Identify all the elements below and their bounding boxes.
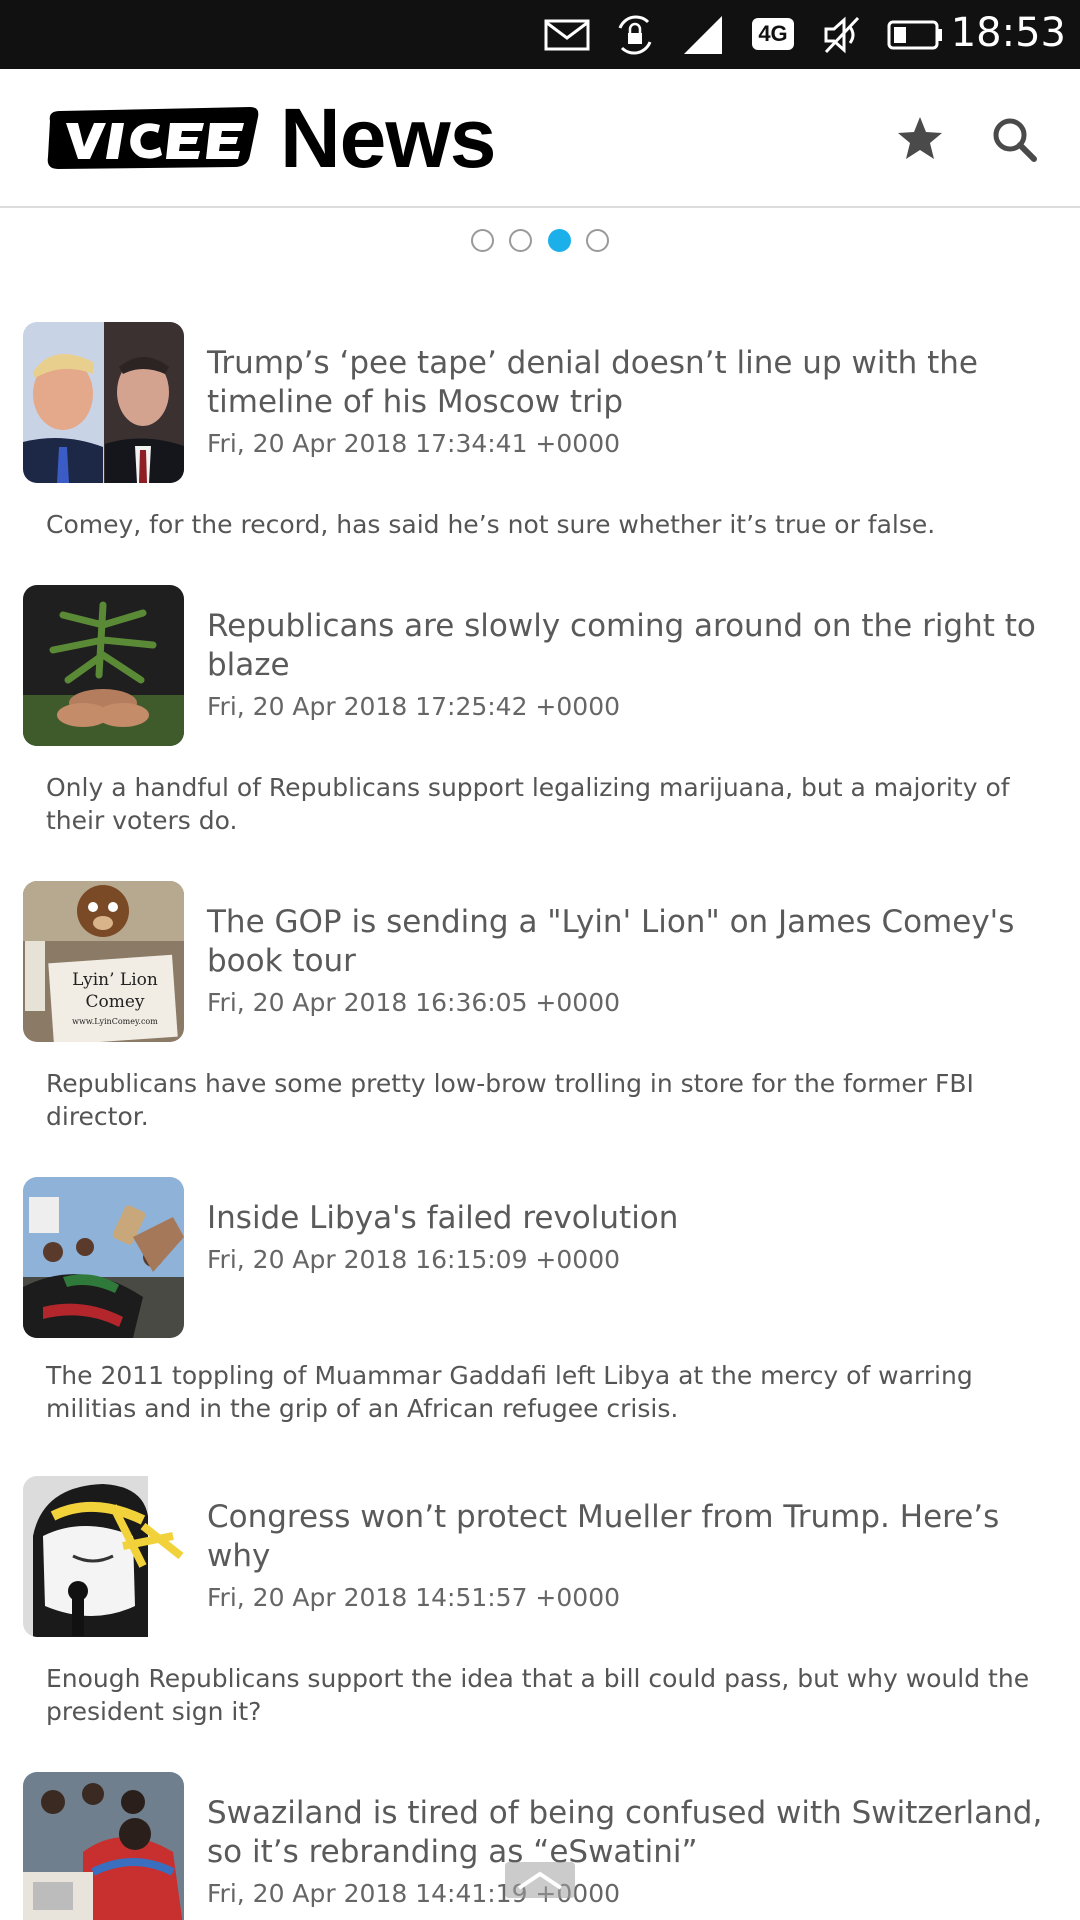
article-thumbnail — [23, 1476, 184, 1637]
article-title: Swaziland is tired of being confused wit… — [207, 1795, 1043, 1870]
article-item[interactable]: Inside Libya's failed revolution Fri, 20… — [0, 1177, 1080, 1447]
article-description: Comey, for the record, has said he’s not… — [46, 510, 936, 539]
article-title: Trump’s ‘pee tape’ denial doesn’t line u… — [207, 345, 978, 420]
article-title: Republicans are slowly coming around on … — [207, 608, 1036, 683]
article-thumbnail: Lyin’ Lion Comey www.LyinComey.com — [23, 881, 184, 1042]
page-dot-active[interactable] — [547, 229, 571, 252]
article-title: Congress won’t protect Mueller from Trum… — [207, 1499, 1000, 1574]
network-4g-icon: 4G — [752, 18, 794, 50]
sign-line-1: Lyin’ Lion — [72, 970, 158, 990]
article-date: Fri, 20 Apr 2018 16:36:05 +0000 — [207, 988, 621, 1017]
app-title: News — [280, 91, 496, 185]
chevron-up-icon — [517, 1871, 563, 1890]
page-dot[interactable] — [471, 229, 495, 252]
article-description: The 2011 toppling of Muammar Gaddafi lef… — [46, 1361, 973, 1423]
status-bar: 4G 18:53 — [0, 0, 1080, 69]
page-dot[interactable] — [585, 229, 609, 252]
article-thumbnail — [23, 585, 184, 746]
sign-line-3: www.LyinComey.com — [72, 1017, 158, 1026]
article-description: Enough Republicans support the idea that… — [46, 1664, 1030, 1726]
scroll-to-top-button[interactable] — [505, 1862, 575, 1898]
article-thumbnail — [23, 1177, 184, 1338]
article-date: Fri, 20 Apr 2018 14:51:57 +0000 — [207, 1583, 621, 1612]
page-indicator — [0, 229, 1080, 255]
search-button[interactable] — [986, 111, 1042, 167]
article-date: Fri, 20 Apr 2018 17:25:42 +0000 — [207, 692, 621, 721]
article-date: Fri, 20 Apr 2018 16:15:09 +0000 — [207, 1245, 621, 1274]
mail-icon — [544, 19, 590, 51]
page-dot[interactable] — [509, 229, 533, 252]
article-description: Only a handful of Republicans support le… — [46, 773, 1010, 835]
article-item[interactable]: Congress won’t protect Mueller from Trum… — [0, 1476, 1080, 1746]
signal-icon — [684, 16, 722, 54]
article-title: The GOP is sending a "Lyin' Lion" on Jam… — [207, 904, 1015, 979]
favorites-button[interactable] — [892, 111, 948, 167]
article-date: Fri, 20 Apr 2018 17:34:41 +0000 — [207, 429, 621, 458]
battery-icon — [887, 20, 942, 50]
clock: 18:53 — [950, 10, 1066, 56]
article-description: Republicans have some pretty low-brow tr… — [46, 1069, 974, 1131]
article-item[interactable]: Trump’s ‘pee tape’ denial doesn’t line u… — [0, 322, 1080, 562]
search-icon — [993, 118, 1037, 162]
screen-rotation-lock-icon — [618, 15, 652, 55]
app-header: News — [0, 69, 1080, 208]
article-thumbnail — [23, 322, 184, 483]
article-item[interactable]: Republicans are slowly coming around on … — [0, 585, 1080, 855]
sign-line-2: Comey — [85, 992, 144, 1012]
vice-logo[interactable] — [44, 103, 262, 175]
mute-icon — [824, 16, 860, 54]
article-thumbnail — [23, 1772, 184, 1920]
article-item[interactable]: Lyin’ Lion Comey www.LyinComey.com The G… — [0, 881, 1080, 1151]
star-icon — [898, 117, 942, 159]
article-title: Inside Libya's failed revolution — [207, 1200, 679, 1236]
